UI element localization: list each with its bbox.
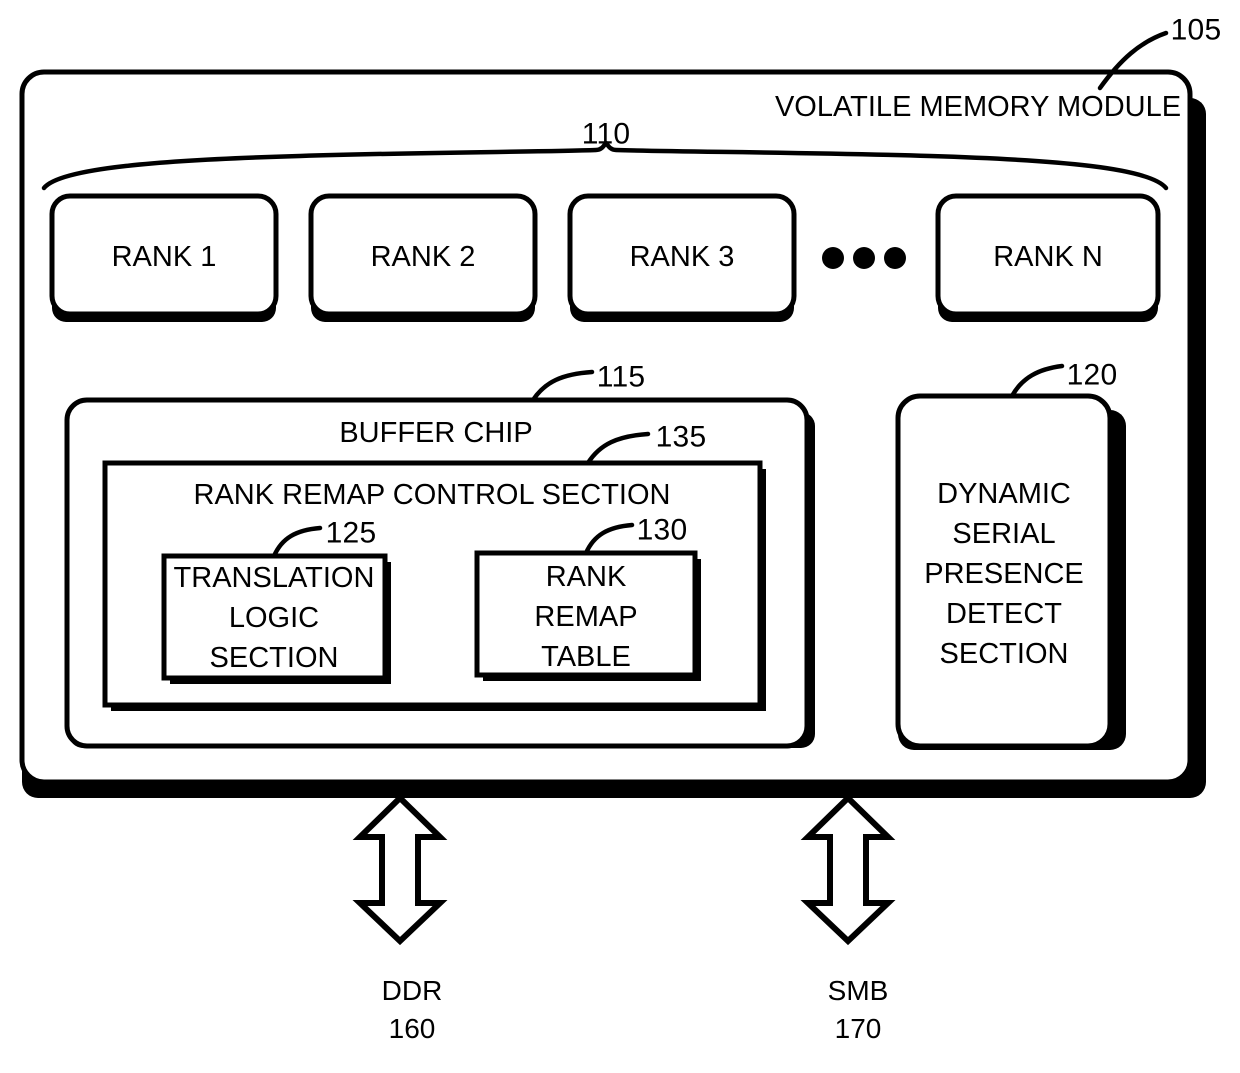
- volatile-memory-module-box: [19, 69, 1206, 798]
- translation-logic-section-line-3: SECTION: [209, 641, 339, 674]
- smb-double-arrow-icon: [800, 793, 896, 946]
- rank-ellipsis-dots: [822, 247, 906, 269]
- ddr-double-arrow-icon: [352, 793, 448, 946]
- rank-remap-table-line-1: RANK: [545, 560, 627, 593]
- leader-line-135: [585, 431, 651, 466]
- ref-115: 115: [596, 360, 646, 394]
- rank-remap-control-section-title: RANK REMAP CONTROL SECTION: [193, 478, 671, 511]
- leader-line-130: [583, 522, 635, 556]
- ref-120: 120: [1066, 358, 1118, 392]
- dspd-line-5: SECTION: [939, 637, 1069, 670]
- rank-remap-table-line-2: REMAP: [534, 600, 638, 633]
- leader-line-115: [530, 369, 595, 403]
- ref-130: 130: [636, 513, 688, 547]
- dspd-line-2: SERIAL: [952, 517, 1056, 550]
- ref-135: 135: [655, 420, 707, 454]
- buffer-chip-title: BUFFER CHIP: [339, 416, 533, 449]
- leader-line-125: [271, 525, 323, 559]
- translation-logic-section-line-2: LOGIC: [228, 601, 320, 634]
- ref-105: 105: [1170, 13, 1222, 47]
- smb-bus-name: SMB: [827, 975, 889, 1006]
- rank-box-n-label: RANK N: [993, 240, 1103, 273]
- figure-canvas: 105 VOLATILE MEMORY MODULE 110 RANK 1 RA…: [0, 0, 1240, 1073]
- dspd-line-1: DYNAMIC: [937, 477, 1071, 510]
- ddr-bus-name: DDR: [381, 975, 443, 1006]
- ref-110: 110: [581, 117, 631, 151]
- rank-box-3-label: RANK 3: [629, 240, 735, 273]
- dspd-line-3: PRESENCE: [924, 557, 1084, 590]
- dspd-line-4: DETECT: [946, 597, 1062, 630]
- leader-line-105: [1097, 30, 1169, 91]
- rank-remap-table-line-3: TABLE: [541, 640, 631, 673]
- rank-box-1-label: RANK 1: [111, 240, 217, 273]
- volatile-memory-module-title: VOLATILE MEMORY MODULE: [774, 90, 1182, 123]
- translation-logic-section-line-1: TRANSLATION: [173, 561, 375, 594]
- leader-line-120: [1009, 363, 1065, 399]
- rank-box-2-label: RANK 2: [370, 240, 476, 273]
- ref-125: 125: [325, 516, 377, 550]
- smb-bus-ref: 170: [834, 1013, 882, 1044]
- ddr-bus-ref: 160: [388, 1013, 436, 1044]
